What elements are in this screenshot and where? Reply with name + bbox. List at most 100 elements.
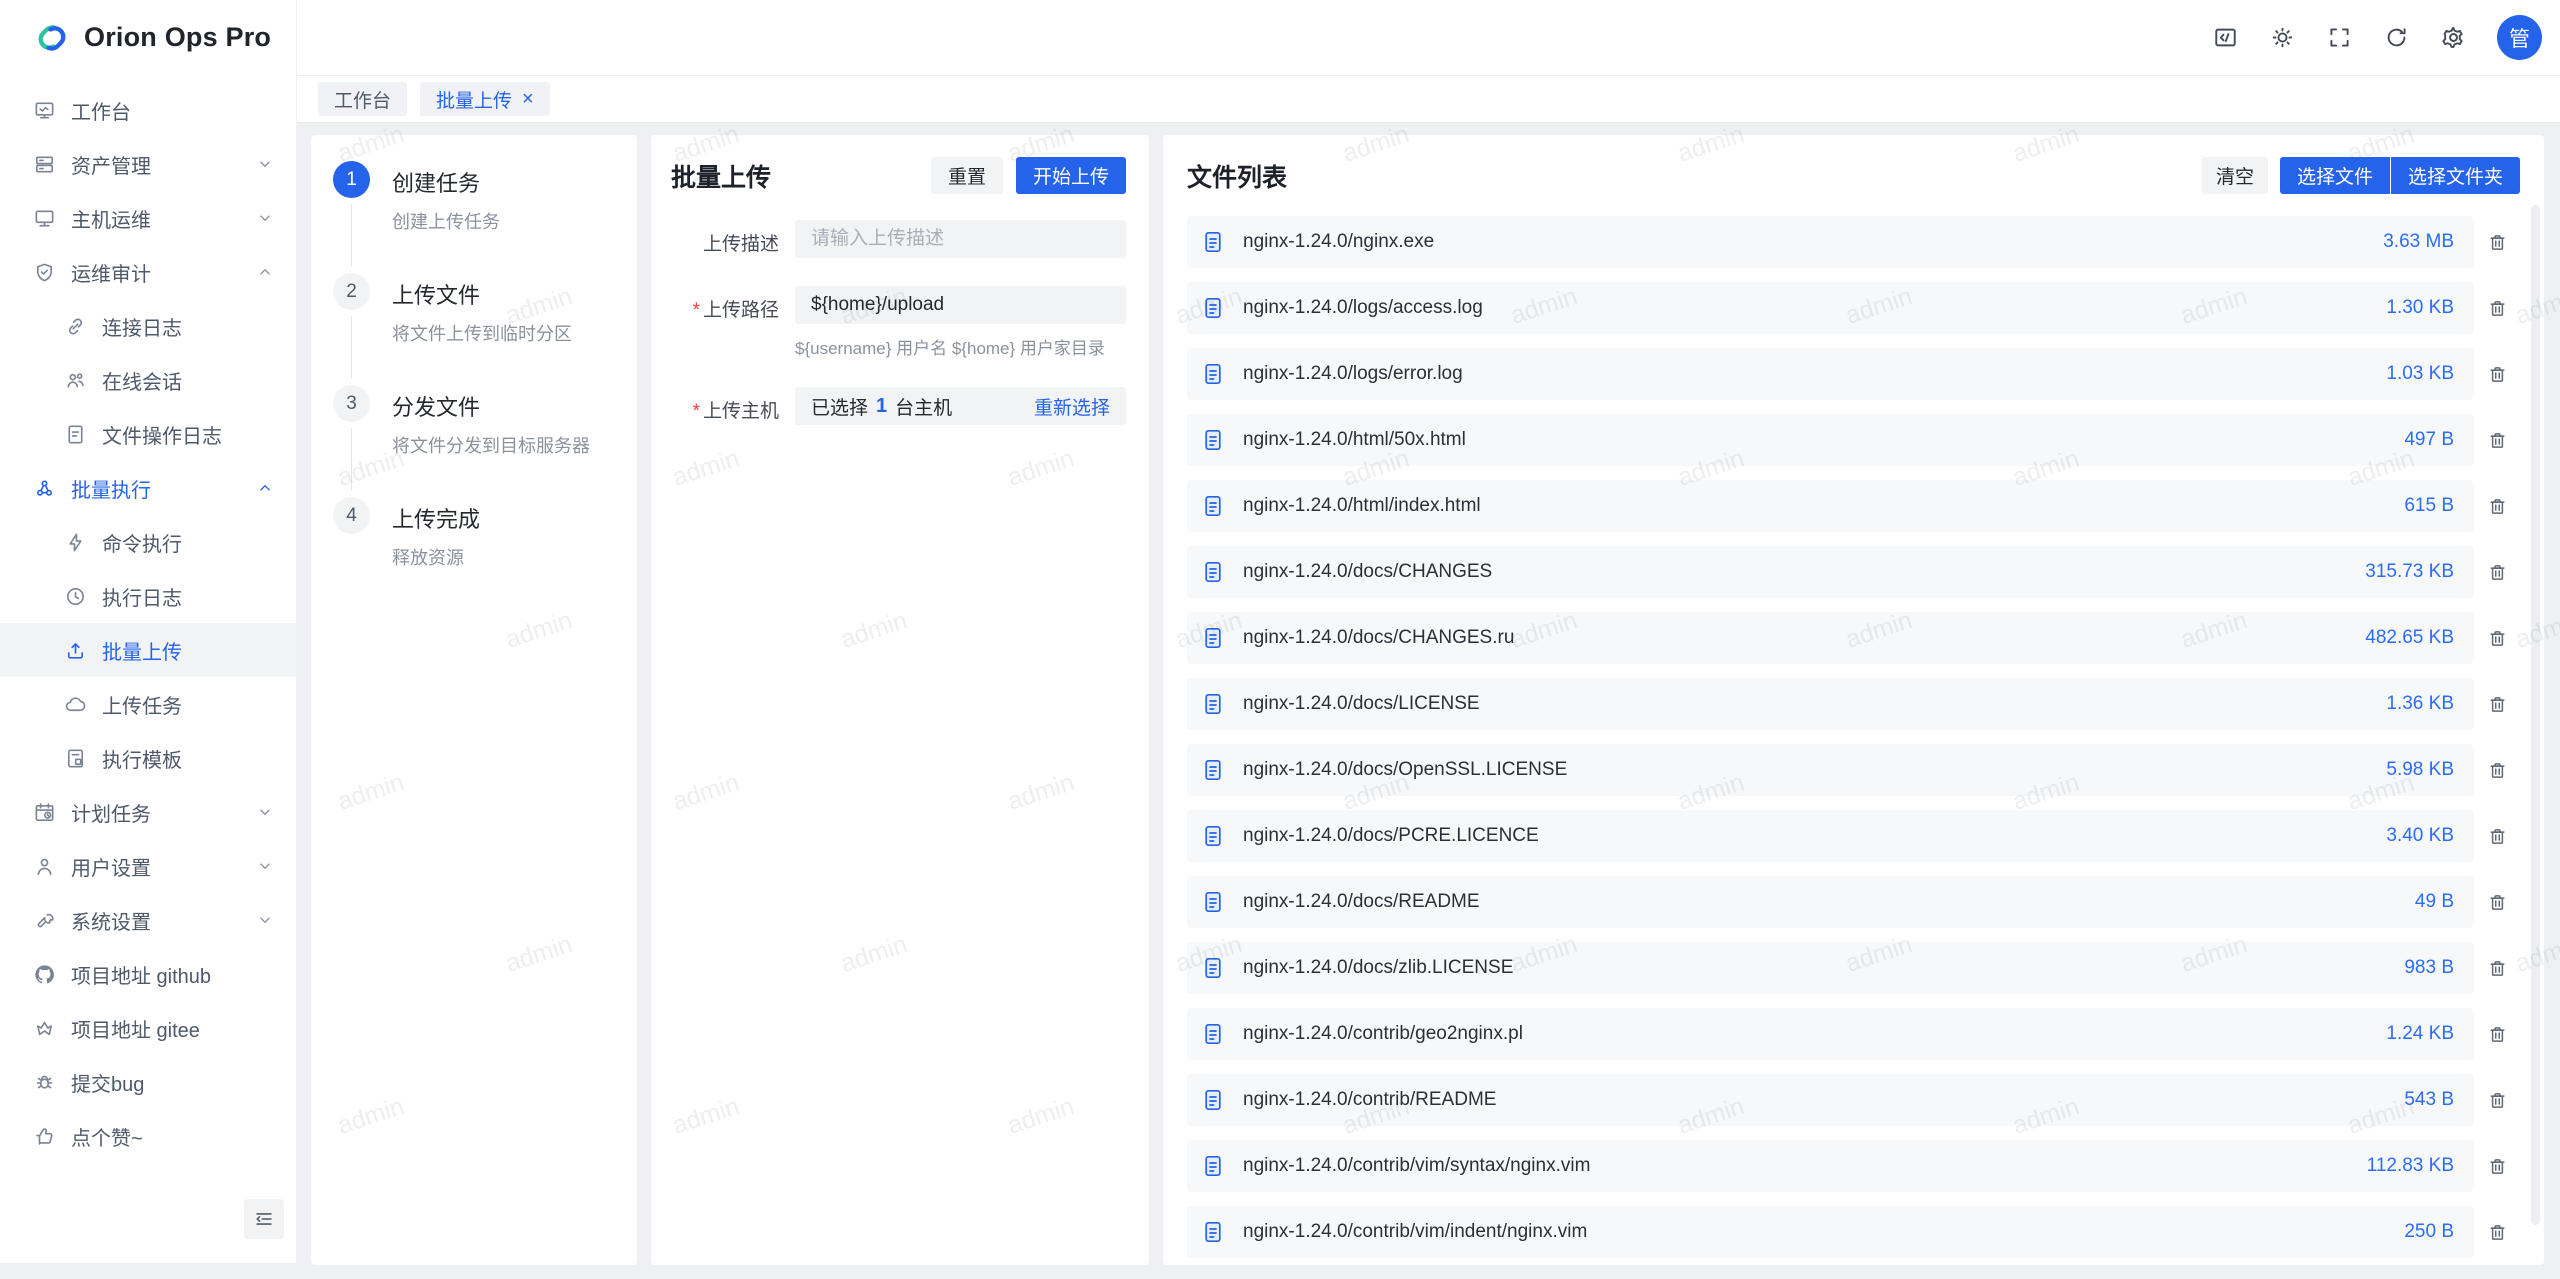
delete-file-button[interactable] (2474, 694, 2520, 715)
file-row: nginx-1.24.0/docs/LICENSE1.36 KB (1187, 678, 2520, 730)
file-doc-icon (1201, 494, 1225, 518)
trash-icon (2487, 430, 2508, 451)
steps-panel: 1创建任务创建上传任务2上传文件将文件上传到临时分区3分发文件将文件分发到目标服… (311, 135, 637, 1265)
history-icon (64, 585, 87, 608)
upload-icon (64, 639, 87, 662)
sidebar-item-command-exec[interactable]: 命令执行 (0, 515, 296, 569)
delete-file-button[interactable] (2474, 1222, 2520, 1243)
sidebar-item-audit[interactable]: 运维审计 (0, 245, 296, 299)
sidebar-item-assets[interactable]: 资产管理 (0, 137, 296, 191)
file-row: nginx-1.24.0/nginx.exe3.63 MB (1187, 216, 2520, 268)
sidebar-item-host-ops[interactable]: 主机运维 (0, 191, 296, 245)
file-doc-icon (1201, 1220, 1225, 1244)
tab-batch-upload[interactable]: 批量上传× (420, 82, 550, 116)
delete-file-button[interactable] (2474, 232, 2520, 253)
delete-file-button[interactable] (2474, 562, 2520, 583)
sidebar-item-label: 计划任务 (71, 798, 241, 827)
chevron-down-icon (256, 857, 274, 875)
tab-bar: 工作台 批量上传× (297, 75, 2560, 123)
sidebar-item-online-session[interactable]: 在线会话 (0, 353, 296, 407)
delete-file-button[interactable] (2474, 298, 2520, 319)
tab-workbench[interactable]: 工作台 (318, 82, 407, 116)
file-row: nginx-1.24.0/contrib/vim/indent/nginx.vi… (1187, 1206, 2520, 1258)
sidebar-item-workbench[interactable]: 工作台 (0, 83, 296, 137)
file-pill: nginx-1.24.0/docs/OpenSSL.LICENSE5.98 KB (1187, 744, 2474, 796)
delete-file-button[interactable] (2474, 496, 2520, 517)
delete-file-button[interactable] (2474, 892, 2520, 913)
refresh-icon[interactable] (2383, 24, 2410, 51)
sidebar: Orion Ops Pro 工作台资产管理主机运维运维审计连接日志在线会话文件操… (0, 0, 297, 1263)
reset-button[interactable]: 重置 (931, 157, 1003, 194)
content: 1创建任务创建上传任务2上传文件将文件上传到临时分区3分发文件将文件分发到目标服… (297, 123, 2560, 1263)
delete-file-button[interactable] (2474, 826, 2520, 847)
file-pill: nginx-1.24.0/logs/error.log1.03 KB (1187, 348, 2474, 400)
step-number: 2 (333, 273, 370, 310)
bolt-icon (64, 531, 87, 554)
sidebar-item-label: 命令执行 (102, 528, 274, 557)
file-size: 112.83 KB (2367, 1155, 2454, 1177)
step-desc: 释放资源 (392, 544, 480, 570)
sidebar-item-user-settings[interactable]: 用户设置 (0, 839, 296, 893)
delete-file-button[interactable] (2474, 430, 2520, 451)
sidebar-item-label: 批量上传 (102, 636, 274, 665)
sidebar-item-exec-log[interactable]: 执行日志 (0, 569, 296, 623)
sidebar-item-schedule[interactable]: 计划任务 (0, 785, 296, 839)
delete-file-button[interactable] (2474, 628, 2520, 649)
sidebar-item-gitee[interactable]: 项目地址 gitee (0, 1001, 296, 1055)
sidebar-item-like[interactable]: 点个赞~ (0, 1109, 296, 1163)
theme-sun-icon[interactable] (2269, 24, 2296, 51)
file-list-scrollbar[interactable] (2531, 205, 2540, 1225)
upload-path-input[interactable] (795, 286, 1126, 324)
file-row: nginx-1.24.0/logs/access.log1.30 KB (1187, 282, 2520, 334)
file-pill: nginx-1.24.0/html/50x.html497 B (1187, 414, 2474, 466)
sidebar-item-system-settings[interactable]: 系统设置 (0, 893, 296, 947)
sidebar-item-batch-exec[interactable]: 批量执行 (0, 461, 296, 515)
delete-file-button[interactable] (2474, 364, 2520, 385)
file-name: nginx-1.24.0/contrib/vim/syntax/nginx.vi… (1243, 1155, 2349, 1177)
sidebar-item-upload-task[interactable]: 上传任务 (0, 677, 296, 731)
reselect-host-link[interactable]: 重新选择 (1034, 393, 1110, 420)
chevron-down-icon (256, 803, 274, 821)
upload-desc-input[interactable] (795, 220, 1126, 258)
delete-file-button[interactable] (2474, 1024, 2520, 1045)
start-upload-button[interactable]: 开始上传 (1016, 157, 1126, 194)
file-size: 497 B (2404, 429, 2454, 451)
sidebar-item-label: 资产管理 (71, 150, 241, 179)
clear-button[interactable]: 清空 (2202, 157, 2268, 194)
select-file-button[interactable]: 选择文件 (2280, 157, 2390, 194)
file-size: 543 B (2404, 1089, 2454, 1111)
fullscreen-icon[interactable] (2326, 24, 2353, 51)
host-selected-prefix: 已选择 (811, 393, 868, 420)
sidebar-collapse-button[interactable] (244, 1199, 284, 1239)
upload-host-label: *上传主机 (671, 387, 779, 425)
avatar[interactable]: 管 (2497, 15, 2542, 60)
sidebar-item-batch-upload[interactable]: 批量上传 (0, 623, 296, 677)
delete-file-button[interactable] (2474, 1090, 2520, 1111)
delete-file-button[interactable] (2474, 958, 2520, 979)
gear-icon[interactable] (2440, 24, 2467, 51)
sidebar-item-file-op-log[interactable]: 文件操作日志 (0, 407, 296, 461)
sidebar-item-connect-log[interactable]: 连接日志 (0, 299, 296, 353)
sidebar-item-exec-template[interactable]: 执行模板 (0, 731, 296, 785)
file-row: nginx-1.24.0/docs/CHANGES.ru482.65 KB (1187, 612, 2520, 664)
delete-file-button[interactable] (2474, 760, 2520, 781)
trash-icon (2487, 298, 2508, 319)
step-desc: 创建上传任务 (392, 208, 500, 234)
file-row: nginx-1.24.0/docs/PCRE.LICENCE3.40 KB (1187, 810, 2520, 862)
upload-path-hint: ${username} 用户名 ${home} 用户家目录 (795, 334, 1126, 359)
file-doc-icon (1201, 890, 1225, 914)
sidebar-item-label: 文件操作日志 (102, 420, 274, 449)
delete-file-button[interactable] (2474, 1156, 2520, 1177)
tab-close-icon[interactable]: × (522, 89, 534, 109)
file-pill: nginx-1.24.0/docs/CHANGES315.73 KB (1187, 546, 2474, 598)
select-folder-button[interactable]: 选择文件夹 (2391, 157, 2520, 194)
sidebar-item-report-bug[interactable]: 提交bug (0, 1055, 296, 1109)
sidebar-item-label: 用户设置 (71, 852, 241, 881)
step-4: 4上传完成释放资源 (333, 497, 617, 609)
sidebar-item-label: 运维审计 (71, 258, 241, 287)
file-name: nginx-1.24.0/docs/CHANGES.ru (1243, 627, 2347, 649)
tab-label: 工作台 (334, 86, 391, 113)
sidebar-item-github[interactable]: 项目地址 github (0, 947, 296, 1001)
file-list-title: 文件列表 (1187, 158, 1287, 194)
code-panel-icon[interactable] (2212, 24, 2239, 51)
